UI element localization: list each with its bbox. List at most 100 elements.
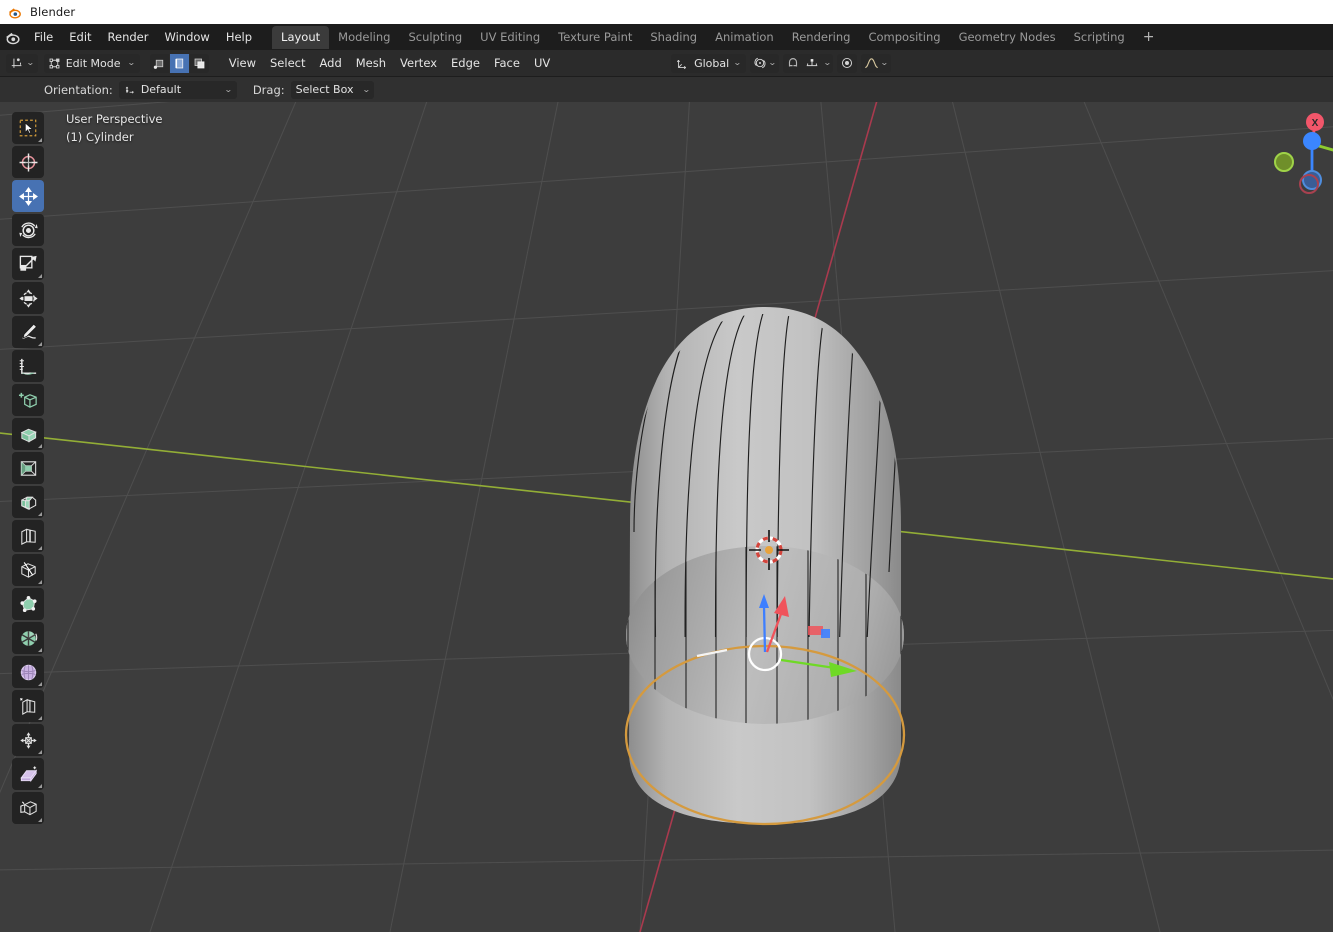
transform-orientation-dropdown[interactable]: Global ⌄ [671,54,746,73]
menu-view[interactable]: View [222,53,263,73]
drag-label: Drag: [253,83,285,97]
menu-mesh[interactable]: Mesh [349,53,393,73]
menu-window[interactable]: Window [156,27,217,47]
tool-edge-slide[interactable] [12,690,44,722]
nav-axis-z-pos [1303,132,1321,150]
tool-bevel[interactable] [12,486,44,518]
tool-expand-corner[interactable] [38,274,42,278]
pivot-point-dropdown[interactable]: ⌄ [750,54,779,73]
drag-action-value: Select Box [296,83,354,96]
tool-annotate[interactable] [12,316,44,348]
tab-scripting[interactable]: Scripting [1065,26,1134,49]
chevron-down-icon: ⌄ [768,59,777,67]
blender-window: Blender File Edit Render Window Help Lay… [0,0,1333,932]
menu-face[interactable]: Face [487,53,527,73]
nav-axis-y-neg [1275,153,1293,171]
interaction-mode-dropdown[interactable]: Edit Mode ⌄ [44,54,140,73]
vertex-select-icon [153,57,166,70]
snapping-group[interactable]: ⌄ [783,54,834,73]
tool-scale[interactable] [12,248,44,280]
spin-icon [18,628,39,649]
tab-texture-paint[interactable]: Texture Paint [549,26,641,49]
tool-smooth[interactable] [12,656,44,688]
navigation-gizmo: X [1275,113,1333,193]
menu-file[interactable]: File [26,27,61,47]
menu-edge[interactable]: Edge [444,53,487,73]
tab-sculpting[interactable]: Sculpting [399,26,471,49]
tool-inset-faces[interactable] [12,452,44,484]
tool-rotate[interactable] [12,214,44,246]
tool-expand-corner[interactable] [38,716,42,720]
tool-expand-corner[interactable] [38,512,42,516]
tab-rendering[interactable]: Rendering [783,26,860,49]
menu-select[interactable]: Select [263,53,312,73]
tab-uv-editing[interactable]: UV Editing [471,26,549,49]
tool-move[interactable] [12,180,44,212]
editor-type-3d-viewport-icon [10,56,24,70]
magnet-icon [786,56,800,70]
menu-edit[interactable]: Edit [61,27,99,47]
tab-compositing[interactable]: Compositing [859,26,949,49]
add-workspace-button[interactable]: + [1134,30,1164,44]
3d-viewport[interactable]: X User Perspective (1) Cylinder [0,102,1333,932]
tool-measure[interactable] [12,350,44,382]
transform-orientation-value: Global [694,57,729,70]
menu-uv[interactable]: UV [527,53,557,73]
tool-loop-cut[interactable] [12,520,44,552]
tab-animation[interactable]: Animation [706,26,783,49]
edge-select-button[interactable] [170,54,189,73]
tool-spin[interactable] [12,622,44,654]
tool-rip-region[interactable] [12,792,44,824]
tool-expand-corner[interactable] [38,750,42,754]
orientation-dropdown[interactable]: Default ⌄ [119,81,237,99]
tool-expand-corner[interactable] [38,444,42,448]
menu-render[interactable]: Render [100,27,157,47]
menu-vertex[interactable]: Vertex [393,53,444,73]
orientation-default-icon [124,84,136,96]
tab-modeling[interactable]: Modeling [329,26,399,49]
tool-extrude-region[interactable] [12,418,44,450]
tool-settings-bar: Orientation: Default ⌄ Drag: Select Box … [0,77,1333,102]
tool-expand-corner[interactable] [38,784,42,788]
vertex-select-button[interactable] [150,54,169,73]
tool-expand-corner[interactable] [38,580,42,584]
tool-expand-corner[interactable] [38,546,42,550]
face-select-button[interactable] [190,54,209,73]
tool-transform[interactable] [12,282,44,314]
proportional-falloff-dropdown[interactable]: ⌄ [861,54,891,73]
annotate-icon [18,322,39,343]
drag-action-dropdown[interactable]: Select Box ⌄ [291,81,375,99]
cursor-icon [18,152,39,173]
tool-tweak[interactable] [12,112,44,144]
shear-icon [18,764,39,785]
tab-layout[interactable]: Layout [272,26,329,49]
tool-shrink-fatten[interactable] [12,724,44,756]
menu-help[interactable]: Help [218,27,260,47]
orientation-label: Orientation: [44,83,113,97]
tool-knife[interactable] [12,554,44,586]
tool-expand-corner[interactable] [38,818,42,822]
tool-expand-corner[interactable] [38,682,42,686]
cylinder-mesh [600,307,940,852]
window-title: Blender [30,5,75,19]
bevel-icon [18,492,39,513]
tool-poly-build[interactable] [12,588,44,620]
tab-shading[interactable]: Shading [641,26,706,49]
blender-app-icon[interactable] [0,24,26,50]
move-icon [18,186,39,207]
menu-add[interactable]: Add [312,53,348,73]
editor-type-button[interactable]: ⌄ [6,54,38,73]
tab-geometry-nodes[interactable]: Geometry Nodes [950,26,1065,49]
face-select-icon [193,57,206,70]
tool-cursor[interactable] [12,146,44,178]
tool-expand-corner[interactable] [38,342,42,346]
tool-expand-corner[interactable] [38,648,42,652]
proportional-editing-toggle[interactable] [837,54,857,73]
viewport-header: ⌄ Edit Mode ⌄ [0,50,1333,76]
os-title-bar: Blender [0,0,1333,24]
smooth-icon [18,662,39,683]
tool-add-cube[interactable] [12,384,44,416]
pivot-point-icon [753,56,767,70]
tool-shear[interactable] [12,758,44,790]
tool-expand-corner[interactable] [38,138,42,142]
